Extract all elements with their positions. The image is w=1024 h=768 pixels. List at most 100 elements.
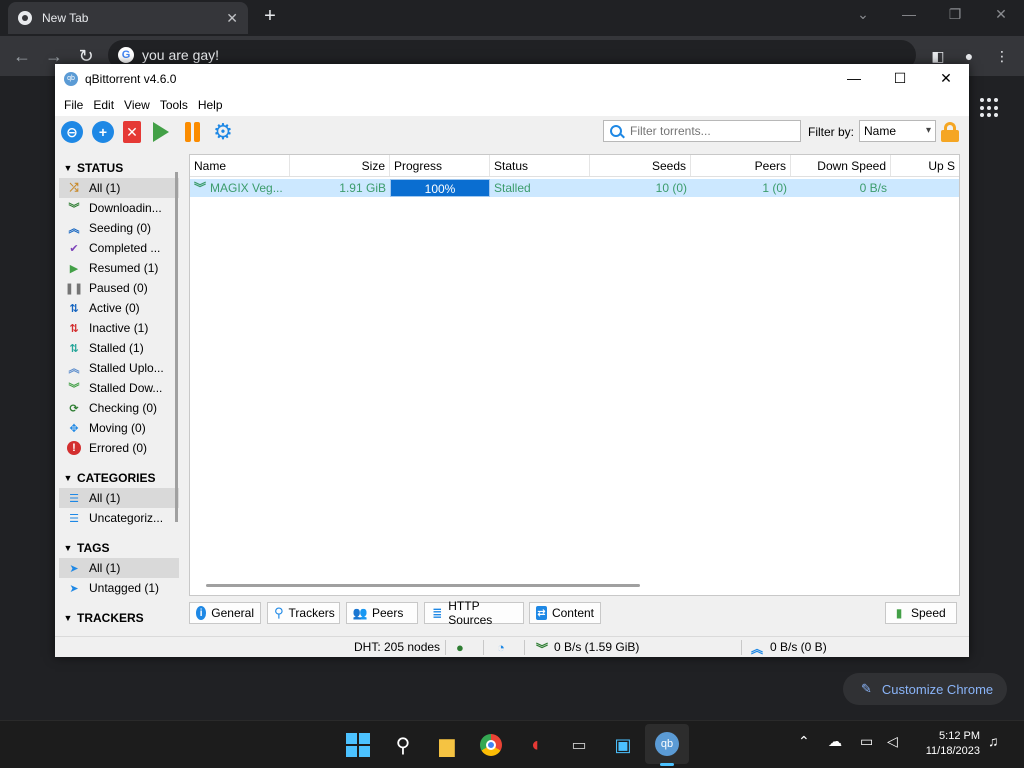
status-filter-7[interactable]: ⇅ Inactive (1)	[59, 318, 179, 338]
connection-globe-icon[interactable]: ●	[456, 640, 464, 655]
resume-play-icon[interactable]	[150, 121, 172, 143]
category-filter-1[interactable]: ☰ Uncategoriz...	[59, 508, 179, 528]
tab-content[interactable]: ⇄ Content	[529, 602, 601, 624]
chevron-down-icon: ▼	[63, 473, 73, 483]
notifications-bell-icon[interactable]: ♫	[988, 733, 999, 749]
qb-maximize-icon[interactable]: ☐	[877, 64, 923, 94]
menu-help[interactable]: Help	[193, 98, 228, 112]
col-peers[interactable]: Peers	[691, 155, 791, 176]
status-filter-12[interactable]: ✥ Moving (0)	[59, 418, 179, 438]
categories-section-header-label: CATEGORIES	[77, 471, 156, 485]
status-section-header[interactable]: ▼ STATUS	[59, 158, 179, 178]
search-icon	[610, 125, 622, 137]
qb-sidebar: ▼ STATUS ⤮ All (1) ︾ Downloadin... ︽ Seeding (0…	[59, 154, 179, 634]
qbittorrent-taskbar-icon[interactable]: qb	[655, 732, 679, 756]
dht-nodes: DHT: 205 nodes	[354, 640, 441, 654]
download-speed[interactable]: 0 B/s (1.59 GiB)	[554, 640, 639, 654]
delete-icon[interactable]: ✕	[123, 121, 141, 143]
add-torrent-file-icon[interactable]: +	[92, 121, 114, 143]
tag-filter-1[interactable]: ➤ Untagged (1)	[59, 578, 179, 598]
search-icon[interactable]: ⚲	[391, 733, 415, 757]
col-progress[interactable]: Progress	[390, 155, 490, 176]
lock-icon[interactable]	[941, 122, 959, 142]
status-filter-10[interactable]: ︾ Stalled Dow...	[59, 378, 179, 398]
col-name[interactable]: Name	[190, 155, 290, 176]
col-size[interactable]: Size	[290, 155, 390, 176]
tag-icon: ➤	[69, 562, 79, 575]
status-filter-0[interactable]: ⤮ All (1)	[59, 178, 179, 198]
filter-torrents-input[interactable]	[603, 120, 801, 142]
tab-trackers[interactable]: ⚲ Trackers	[267, 602, 340, 624]
status-filter-11[interactable]: ⟳ Checking (0)	[59, 398, 179, 418]
tab-speed[interactable]: ▮ Speed	[885, 602, 957, 624]
customize-chrome-button[interactable]: ✎ Customize Chrome	[843, 673, 1007, 705]
tags-section-header[interactable]: ▼ TAGS	[59, 538, 179, 558]
trackers-section-header[interactable]: ▼ TRACKERS	[59, 608, 179, 628]
app-icon[interactable]: ◖	[523, 733, 547, 757]
qb-minimize-icon[interactable]: —	[831, 64, 877, 94]
windows-start-icon[interactable]	[346, 733, 370, 757]
tab-general[interactable]: i General	[189, 602, 261, 624]
table-horizontal-scrollbar[interactable]	[206, 584, 640, 587]
status-filter-4[interactable]: ▶ Resumed (1)	[59, 258, 179, 278]
tab-close-icon[interactable]: ✕	[226, 10, 238, 27]
stalled-download-icon: ︾	[68, 383, 80, 395]
minimize-icon[interactable]: —	[886, 0, 932, 30]
options-gear-icon[interactable]: ⚙	[212, 119, 234, 144]
col-up-speed[interactable]: Up S	[891, 155, 959, 176]
back-icon[interactable]: ←	[10, 44, 34, 68]
status-filter-6[interactable]: ⇅ Active (0)	[59, 298, 179, 318]
status-filter-label: Stalled Dow...	[89, 381, 163, 395]
tab-new-tab[interactable]: New Tab ✕	[8, 2, 248, 34]
menu-file[interactable]: File	[59, 98, 88, 112]
onedrive-icon[interactable]: ☁	[828, 733, 842, 750]
upload-speed[interactable]: 0 B/s (0 B)	[770, 640, 827, 654]
volume-icon[interactable]: ◁	[887, 733, 898, 750]
chrome-icon	[18, 11, 32, 25]
qb-close-icon[interactable]: ✕	[923, 64, 969, 94]
network-icon[interactable]: ▭	[860, 733, 873, 750]
status-filter-9[interactable]: ︽ Stalled Uplo...	[59, 358, 179, 378]
menu-view[interactable]: View	[119, 98, 155, 112]
status-filter-3[interactable]: ✔ Completed ...	[59, 238, 179, 258]
add-torrent-link-icon[interactable]: ⊖	[61, 121, 83, 143]
status-filter-5[interactable]: ❚❚ Paused (0)	[59, 278, 179, 298]
status-filter-8[interactable]: ⇅ Stalled (1)	[59, 338, 179, 358]
store-icon[interactable]: ▣	[611, 733, 635, 757]
new-tab-button[interactable]: +	[258, 4, 282, 28]
tab-peers[interactable]: 👥 Peers	[346, 602, 418, 624]
menu-icon[interactable]: ⋮	[990, 44, 1014, 68]
col-seeds[interactable]: Seeds	[590, 155, 691, 176]
categories-section-header[interactable]: ▼ CATEGORIES	[59, 468, 179, 488]
menu-edit[interactable]: Edit	[88, 98, 119, 112]
tag-filter-0[interactable]: ➤ All (1)	[59, 558, 179, 578]
status-filter-2[interactable]: ︽ Seeding (0)	[59, 218, 179, 238]
status-filter-13[interactable]: ! Errored (0)	[59, 438, 179, 458]
double-chevron-down-icon: ︾	[68, 203, 80, 215]
tab-search-icon[interactable]: ⌄	[840, 0, 886, 30]
col-status[interactable]: Status	[490, 155, 590, 176]
filter-torrents-field[interactable]	[630, 124, 790, 138]
up-down-arrows-red-icon: ⇅	[69, 322, 79, 335]
qb-title-bar[interactable]: qb qBittorrent v4.6.0 — ☐ ✕	[55, 64, 969, 94]
sidebar-scrollbar[interactable]	[175, 172, 178, 522]
alt-speed-icon[interactable]: ◔	[497, 640, 505, 655]
table-row[interactable]: ︾ MAGIX Veg... 1.91 GiB 100% Stalled 10 (…	[190, 179, 959, 197]
menu-tools[interactable]: Tools	[155, 98, 193, 112]
close-icon[interactable]: ✕	[978, 0, 1024, 30]
file-explorer-icon[interactable]: ▆	[435, 733, 459, 757]
error-icon: !	[67, 441, 81, 455]
show-hidden-icons-icon[interactable]: ⌃	[798, 733, 810, 750]
terminal-icon[interactable]: ▭	[567, 733, 591, 757]
category-filter-0[interactable]: ☰ All (1)	[59, 488, 179, 508]
pause-icon[interactable]	[181, 121, 203, 143]
tab-http-sources[interactable]: ≣ HTTP Sources	[424, 599, 524, 627]
filter-by-select[interactable]: Name ▾	[859, 120, 936, 142]
status-filter-1[interactable]: ︾ Downloadin...	[59, 198, 179, 218]
status-filter-label: Stalled Uplo...	[89, 361, 164, 375]
system-clock[interactable]: 5:12 PM 11/18/2023	[916, 729, 980, 759]
chrome-taskbar-icon[interactable]	[479, 733, 503, 757]
col-down-speed[interactable]: Down Speed	[791, 155, 891, 176]
restore-icon[interactable]: ❐	[932, 0, 978, 30]
google-apps-icon[interactable]	[980, 98, 1000, 118]
